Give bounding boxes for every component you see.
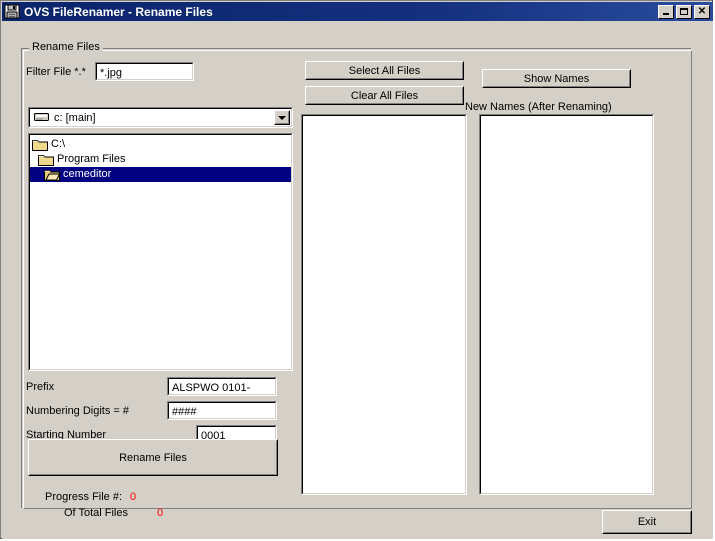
drive-combobox-value: c: [main] [54, 111, 96, 124]
close-button[interactable]: ✕ [694, 4, 710, 19]
progress-total-label: Of Total Files [64, 507, 128, 519]
prefix-input-value: ALSPWO 0101- [172, 382, 251, 394]
chevron-down-icon [278, 115, 286, 120]
clear-all-files-button-label: Clear All Files [350, 89, 419, 102]
filter-input[interactable]: *.jpg [95, 62, 194, 81]
title-bar[interactable]: OVS FileRenamer - Rename Files ✕ [2, 2, 713, 21]
drive-combobox-inner: c: [main] [29, 108, 292, 127]
new-names-listbox-inner [480, 115, 653, 494]
folder-tree-item-label: cemeditor [63, 168, 112, 180]
drive-combobox[interactable]: c: [main] [28, 107, 293, 128]
new-names-listbox[interactable] [479, 114, 654, 495]
groupbox-title: Rename Files [29, 41, 103, 53]
folder-tree-item[interactable]: Program Files [30, 152, 291, 167]
file-listbox-inner [302, 115, 466, 494]
window-controls: ✕ [658, 4, 710, 19]
show-names-button[interactable]: Show Names [482, 69, 631, 88]
progress-file-label: Progress File #: [45, 491, 123, 503]
folder-tree-inner: C:\ Program Files cemeditor [29, 134, 292, 370]
select-all-files-button-label: Select All Files [348, 64, 421, 77]
folder-tree-item-label: Program Files [57, 153, 126, 165]
select-all-files-button-inner: Select All Files [306, 62, 463, 79]
show-names-button-label: Show Names [523, 72, 590, 85]
close-icon: ✕ [697, 5, 707, 17]
new-names-label: New Names (After Renaming) [465, 101, 612, 113]
drive-combobox-arrow-button[interactable] [274, 110, 290, 125]
rename-files-button-label: Rename Files [119, 451, 187, 464]
filter-input-value: *.jpg [100, 67, 123, 79]
rename-files-button-inner: Rename Files [29, 440, 277, 475]
exit-button[interactable]: Exit [602, 510, 692, 534]
minimize-button[interactable] [658, 4, 674, 19]
window-title: OVS FileRenamer - Rename Files [24, 4, 213, 19]
filter-input-inner: *.jpg [96, 63, 193, 80]
application-window: OVS FileRenamer - Rename Files ✕ Rename … [0, 0, 713, 539]
numbering-digits-input[interactable]: #### [167, 401, 277, 420]
exit-button-inner: Exit [603, 511, 691, 533]
folder-tree-item[interactable]: C:\ [30, 137, 291, 152]
folder-icon [32, 138, 48, 151]
show-names-button-inner: Show Names [483, 70, 630, 87]
numbering-digits-input-inner: #### [168, 402, 276, 419]
maximize-button[interactable] [676, 4, 692, 19]
maximize-icon [680, 8, 688, 15]
folder-icon [38, 153, 54, 166]
file-listbox[interactable] [301, 114, 467, 495]
floppy-disk-icon[interactable] [4, 4, 20, 19]
select-all-files-button[interactable]: Select All Files [305, 61, 464, 80]
rename-files-button[interactable]: Rename Files [28, 439, 278, 476]
numbering-digits-label: Numbering Digits = # [26, 405, 130, 417]
progress-total-value: 0 [157, 507, 164, 519]
client-area: Rename Files Filter File *.* *.jpg c: [m… [2, 21, 713, 539]
prefix-label: Prefix [26, 381, 55, 393]
filter-file-label: Filter File *.* [26, 66, 86, 78]
folder-tree-item-label: C:\ [51, 138, 66, 150]
exit-button-label: Exit [637, 516, 657, 528]
folder-tree-item[interactable]: cemeditor [30, 167, 291, 182]
numbering-digits-input-value: #### [172, 406, 197, 418]
drive-combobox-arrow-inner [275, 111, 289, 124]
folder-open-icon [44, 168, 61, 181]
clear-all-files-button-inner: Clear All Files [306, 87, 463, 104]
hard-drive-icon [34, 112, 50, 123]
clear-all-files-button[interactable]: Clear All Files [305, 86, 464, 105]
progress-file-value: 0 [130, 491, 137, 503]
folder-tree-rows: C:\ Program Files cemeditor [30, 135, 291, 182]
prefix-input[interactable]: ALSPWO 0101- [167, 377, 277, 396]
minimize-icon [663, 13, 669, 15]
folder-tree[interactable]: C:\ Program Files cemeditor [28, 133, 293, 371]
prefix-input-inner: ALSPWO 0101- [168, 378, 276, 395]
